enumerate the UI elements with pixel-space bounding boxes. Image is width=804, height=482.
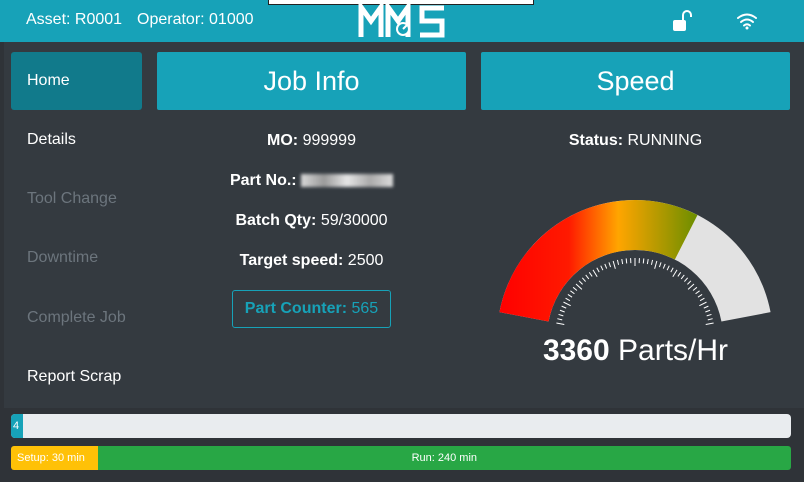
gauge-tick <box>600 265 604 271</box>
gauge-tick <box>578 280 583 285</box>
part-counter-button[interactable]: Part Counter: 565 <box>232 290 391 328</box>
gauge-tick <box>705 309 711 313</box>
gauge-tick <box>565 297 571 302</box>
nav-home[interactable]: Home <box>11 52 142 110</box>
gauge-tick <box>680 274 685 280</box>
batch-qty-line: Batch Qty: 59/30000 <box>157 212 466 230</box>
gauge-tick <box>558 313 564 317</box>
gauge-tick <box>687 283 695 290</box>
speed-readout: 3360 Parts/Hr <box>481 334 790 368</box>
nav-downtime: Downtime <box>27 249 99 266</box>
gauge-tick <box>557 318 563 321</box>
gauge-tick <box>654 260 658 269</box>
gauge-tick <box>692 286 698 291</box>
gauge-tick <box>608 262 612 268</box>
mms-logo <box>358 3 445 38</box>
status-line: Status: RUNNING <box>481 132 790 150</box>
gauge-tick <box>563 301 571 307</box>
gauge-tick <box>699 297 705 302</box>
unlock-icon[interactable] <box>672 9 692 33</box>
gauge-tick <box>572 286 578 291</box>
top-bar: Asset: R0001 Operator: 01000 <box>0 0 804 42</box>
gauge-tick <box>561 305 567 309</box>
gauge-tick <box>662 263 666 269</box>
nav-complete-job: Complete Job <box>27 309 126 326</box>
gauge-tick <box>697 294 703 298</box>
gauge-tick <box>670 267 674 273</box>
gauge-tick <box>687 280 692 285</box>
gauge-tick <box>581 277 586 282</box>
gauge-tick <box>596 267 600 273</box>
part-no-redacted <box>301 174 394 188</box>
nav-tool-change: Tool Change <box>27 190 117 207</box>
gauge-tick <box>616 259 620 265</box>
gauge-tick <box>625 258 628 264</box>
gauge-tick <box>703 305 709 309</box>
nav-details[interactable]: Details <box>11 111 142 169</box>
gauge-tick <box>592 269 598 277</box>
target-speed-line: Target speed: 2500 <box>157 252 466 270</box>
gauge-tick <box>642 258 645 264</box>
part-counter-value: 565 <box>351 300 379 317</box>
job-progress-fill: 4 <box>11 414 23 438</box>
gauge-tick <box>707 318 713 321</box>
mo-line: MO: 999999 <box>157 132 466 150</box>
gauge-tick <box>575 283 583 290</box>
batch-qty-label: Batch Qty: <box>235 212 317 229</box>
target-speed-value: 2500 <box>347 252 384 269</box>
operator-label: Operator: 01000 <box>137 11 254 28</box>
gauge-tick <box>585 274 590 280</box>
gauge-tick <box>650 259 654 265</box>
job-info-header: Job Info <box>157 52 466 110</box>
speed-header: Speed <box>481 52 790 110</box>
batch-qty-value: 59/30000 <box>320 212 388 229</box>
gauge-tick <box>705 322 714 325</box>
gauge-tick <box>588 272 593 277</box>
speed-gauge <box>499 199 771 325</box>
gauge-tick <box>612 260 616 269</box>
gauge-tick <box>672 269 678 277</box>
status-label: Status: <box>568 132 624 149</box>
gauge-tick <box>677 272 682 277</box>
gauge-tick <box>666 265 670 271</box>
gauge-tick <box>684 277 689 282</box>
status-value: RUNNING <box>627 132 703 149</box>
setup-stage: Setup: 30 min <box>11 446 98 470</box>
part-no-line: Part No.: <box>157 172 466 190</box>
mo-value: 999999 <box>302 132 356 149</box>
gauge-tick <box>695 290 700 295</box>
run-stage: Run: 240 min <box>97 446 791 470</box>
gauge-tick <box>556 322 565 325</box>
mo-label: MO: <box>267 132 299 149</box>
job-progress-bar: 4 <box>11 414 791 438</box>
stage-timeline: Setup: 30 min Run: 240 min <box>11 446 791 470</box>
gauge-tick <box>706 313 712 317</box>
gauge-tick <box>567 294 573 298</box>
speed-value: 3360 <box>542 334 610 367</box>
gauge-tick <box>604 263 608 269</box>
gauge-tick <box>658 262 662 268</box>
gauge-tick <box>699 301 707 307</box>
gauge-tick <box>646 259 649 265</box>
gauge-tick <box>559 309 565 313</box>
gauge-tick <box>621 259 624 265</box>
speed-unit: Parts/Hr <box>618 334 729 367</box>
gauge-value-arc <box>499 199 698 322</box>
asset-label: Asset: R0001 <box>26 11 123 28</box>
target-speed-label: Target speed: <box>239 252 344 269</box>
part-counter-label: Part Counter: <box>244 300 348 317</box>
gauge-tick <box>570 290 575 295</box>
part-no-label: Part No.: <box>229 172 297 189</box>
nav-report-scrap[interactable]: Report Scrap <box>11 348 142 406</box>
wifi-icon <box>737 13 757 30</box>
